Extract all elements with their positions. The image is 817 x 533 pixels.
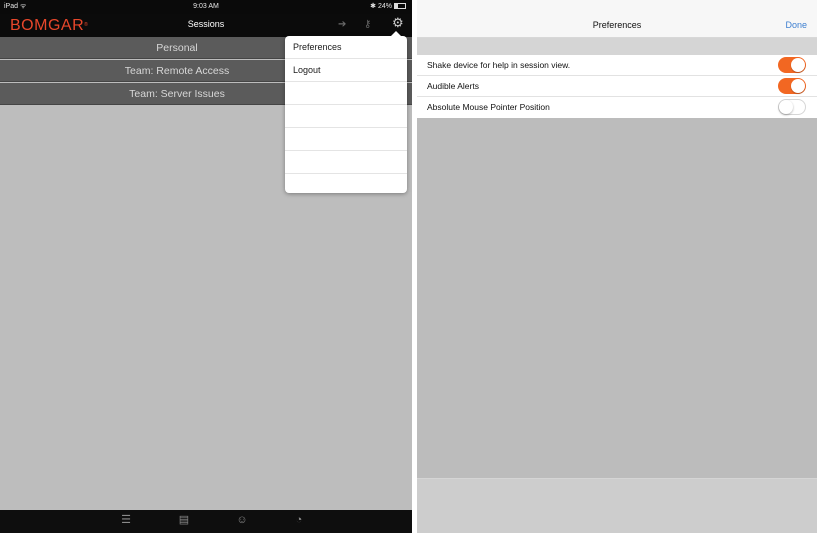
dashboard-gauge-icon[interactable]: ◔ — [289, 514, 309, 526]
status-bar — [417, 0, 817, 14]
menu-item-empty — [285, 82, 407, 105]
menu-item-logout[interactable]: Logout — [285, 59, 407, 82]
list-icon[interactable]: ☰ — [116, 514, 136, 526]
settings-popover: Preferences Logout — [285, 31, 407, 193]
pref-label: Shake device for help in session view. — [427, 60, 571, 70]
preferences-list: Shake device for help in session view. A… — [417, 55, 817, 118]
pref-label: Audible Alerts — [427, 81, 479, 91]
queue-icon[interactable]: ▤ — [174, 514, 194, 526]
shake-help-toggle[interactable] — [778, 57, 806, 73]
team-icon[interactable]: ☺ — [232, 514, 252, 526]
toggle-knob — [779, 100, 793, 114]
page-title: Sessions — [187, 19, 225, 29]
pref-label: Absolute Mouse Pointer Position — [427, 102, 550, 112]
preferences-title: Preferences — [592, 20, 642, 30]
audible-alerts-toggle[interactable] — [778, 78, 806, 94]
toggle-knob — [791, 79, 805, 93]
key-icon[interactable]: ⚷ — [364, 19, 371, 31]
battery-icon — [394, 3, 406, 10]
preferences-body — [417, 118, 817, 478]
menu-item-empty — [285, 128, 407, 151]
preferences-navbar: Preferences Done — [417, 14, 817, 38]
section-header — [417, 38, 817, 55]
menu-item-preferences[interactable]: Preferences — [285, 36, 407, 59]
preferences-pane: Preferences Done Shake device for help i… — [417, 0, 817, 533]
battery-status: ✱ 24% — [370, 0, 406, 14]
status-time: 9:03 AM — [193, 3, 219, 10]
menu-item-empty — [285, 151, 407, 174]
preferences-footer — [417, 478, 817, 533]
screenshot-root: iPad ᯤ 9:03 AM ✱ 24% BOMGAR® Sessions ➔ … — [0, 0, 817, 533]
transfer-icon[interactable]: ➔ — [338, 19, 346, 31]
sessions-pane: iPad ᯤ 9:03 AM ✱ 24% BOMGAR® Sessions ➔ … — [0, 0, 412, 533]
status-bar: iPad ᯤ 9:03 AM ✱ 24% — [0, 0, 412, 14]
pref-row-audible-alerts: Audible Alerts — [417, 76, 817, 97]
bottom-tab-bar: ☰ ▤ ☺ ◔ — [0, 510, 412, 533]
gear-icon[interactable]: ⚙ — [392, 16, 404, 29]
toggle-knob — [791, 58, 805, 72]
absolute-mouse-toggle[interactable] — [778, 99, 806, 115]
sessions-navbar: BOMGAR® Sessions ➔ ⚷ ⚙ — [0, 14, 412, 37]
pref-row-absolute-mouse: Absolute Mouse Pointer Position — [417, 97, 817, 118]
battery-label: ✱ 24% — [370, 3, 392, 10]
pref-row-shake-help: Shake device for help in session view. — [417, 55, 817, 76]
menu-item-empty — [285, 105, 407, 128]
done-button[interactable]: Done — [785, 20, 807, 30]
